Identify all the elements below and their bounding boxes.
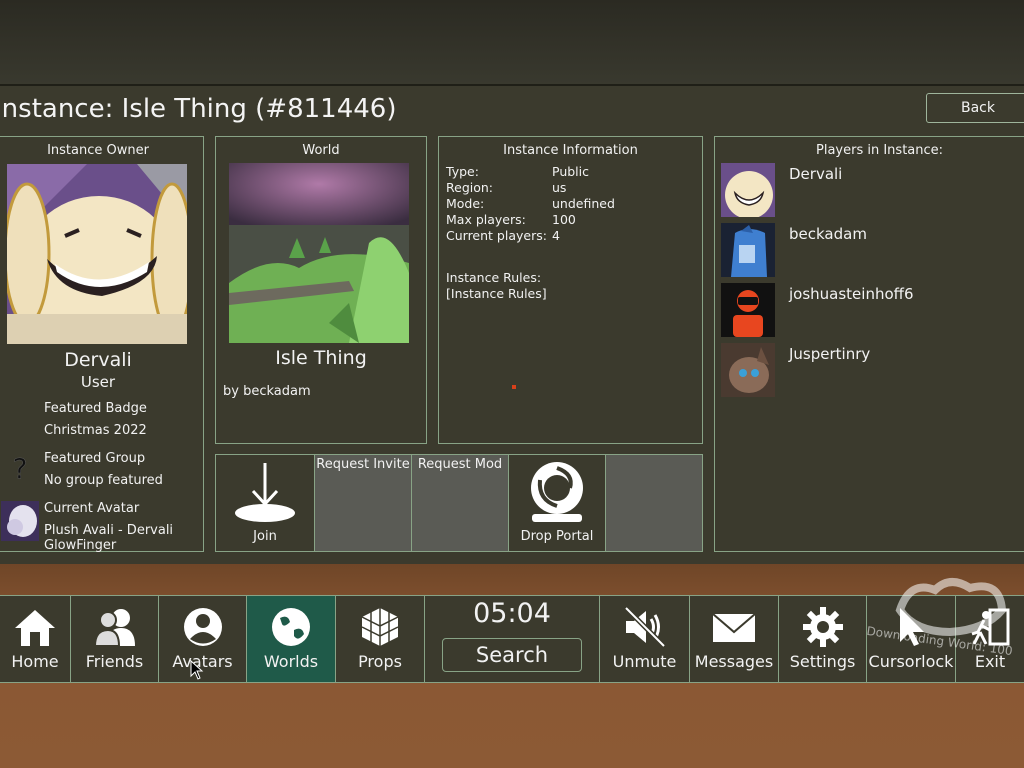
player-row[interactable]: Dervali xyxy=(721,163,1021,219)
drop-portal-label: Drop Portal xyxy=(520,529,594,544)
players-card: Players in Instance: Dervali beckadam jo… xyxy=(714,136,1024,552)
player-name: Juspertinry xyxy=(789,345,871,363)
info-key-type: Type: xyxy=(446,164,479,179)
menu-friends[interactable]: Friends xyxy=(71,596,159,682)
instance-rules-value: [Instance Rules] xyxy=(446,286,547,301)
menu-worlds[interactable]: Worlds xyxy=(247,596,336,682)
loading-indicator xyxy=(512,385,516,389)
menu-home[interactable]: Home xyxy=(0,596,71,682)
avatar-icon xyxy=(159,606,246,648)
request-mod-label: Request Mod xyxy=(417,457,503,472)
player-avatar xyxy=(721,283,775,337)
instance-rules-label: Instance Rules: xyxy=(446,270,542,285)
info-key-mode: Mode: xyxy=(446,196,485,211)
world-card[interactable]: World Isle Thing by beckadam xyxy=(215,136,427,444)
back-button[interactable]: Back xyxy=(926,93,1024,123)
world-heading: World xyxy=(302,143,340,158)
backdrop-top xyxy=(0,0,1024,90)
main-menu-bar: Home Friends Avatars Worlds Props 05:04 … xyxy=(0,595,1024,683)
menu-messages[interactable]: Messages xyxy=(690,596,779,682)
owner-avatar[interactable] xyxy=(7,164,187,344)
world-thumbnail[interactable] xyxy=(229,163,409,343)
owner-role: User xyxy=(80,373,116,391)
info-heading: Instance Information xyxy=(503,143,638,158)
menu-settings-label: Settings xyxy=(789,652,856,671)
portal-icon xyxy=(526,460,588,524)
empty-action-slot xyxy=(606,455,702,551)
request-mod-button[interactable]: Request Mod xyxy=(412,455,509,551)
page-title: Instance: Isle Thing (#811446) xyxy=(0,94,397,124)
friends-icon xyxy=(71,606,158,648)
mouse-cursor-icon xyxy=(190,659,204,684)
menu-clock-search: 05:04 Search xyxy=(425,596,600,682)
world-author[interactable]: by beckadam xyxy=(223,384,311,399)
player-avatar xyxy=(721,223,775,277)
info-key-max-players: Max players: xyxy=(446,212,526,227)
info-value-current-players: 4 xyxy=(552,228,560,243)
player-name: Dervali xyxy=(789,165,843,183)
svg-text:?: ? xyxy=(13,452,28,485)
featured-badge-label: Featured Badge xyxy=(44,401,147,416)
menu-unmute-label: Unmute xyxy=(612,652,677,671)
featured-group-value: No group featured xyxy=(44,473,163,488)
instance-owner-card: Instance Owner Dervali User Featured Bad… xyxy=(0,136,204,553)
current-avatar-label: Current Avatar xyxy=(44,501,140,516)
menu-cursorlock-label: Cursorlock xyxy=(868,652,954,671)
menu-worlds-label: Worlds xyxy=(263,652,319,671)
current-avatar-value: Plush Avali - Dervali GlowFinger xyxy=(44,523,174,553)
menu-friends-label: Friends xyxy=(85,652,144,671)
muted-speaker-icon xyxy=(600,606,689,648)
owner-name: Dervali xyxy=(64,349,132,371)
join-label: Join xyxy=(253,529,277,544)
player-row[interactable]: Juspertinry xyxy=(721,343,1021,399)
menu-unmute[interactable]: Unmute xyxy=(600,596,690,682)
join-icon xyxy=(233,461,297,523)
player-avatar xyxy=(721,163,775,217)
featured-group-label: Featured Group xyxy=(44,451,146,466)
cube-icon xyxy=(336,606,424,648)
player-name: beckadam xyxy=(789,225,867,243)
join-button[interactable]: Join xyxy=(216,455,315,551)
instance-actions: Join Request Invite Request Mod Drop Por… xyxy=(215,454,703,552)
info-value-type: Public xyxy=(552,164,589,179)
instance-panel: Instance: Isle Thing (#811446) Back Inst… xyxy=(0,84,1024,564)
envelope-icon xyxy=(690,606,778,648)
info-value-mode: undefined xyxy=(552,196,615,211)
featured-badge-value: Christmas 2022 xyxy=(44,423,147,438)
player-row[interactable]: joshuasteinhoff6 xyxy=(721,283,1021,339)
clock: 05:04 xyxy=(473,598,551,629)
info-key-region: Region: xyxy=(446,180,494,195)
home-icon xyxy=(0,606,70,648)
menu-props-label: Props xyxy=(358,652,402,671)
menu-messages-label: Messages xyxy=(694,652,774,671)
info-value-max-players: 100 xyxy=(552,212,576,227)
menu-settings[interactable]: Settings xyxy=(779,596,867,682)
player-avatar xyxy=(721,343,775,397)
world-name: Isle Thing xyxy=(275,347,367,369)
players-heading: Players in Instance: xyxy=(816,143,944,158)
globe-icon xyxy=(247,606,335,648)
owner-heading: Instance Owner xyxy=(47,143,149,158)
gear-icon xyxy=(779,606,866,648)
unknown-group-icon: ? xyxy=(5,451,35,485)
search-button[interactable]: Search xyxy=(442,638,582,672)
menu-home-label: Home xyxy=(11,652,59,671)
player-row[interactable]: beckadam xyxy=(721,223,1021,279)
request-invite-button[interactable]: Request Invite xyxy=(315,455,412,551)
menu-props[interactable]: Props xyxy=(336,596,425,682)
request-invite-label: Request Invite xyxy=(316,457,410,472)
current-avatar-thumbnail[interactable] xyxy=(1,501,39,541)
drop-portal-button[interactable]: Drop Portal xyxy=(509,455,606,551)
info-key-current-players: Current players: xyxy=(446,228,547,243)
info-value-region: us xyxy=(552,180,567,195)
player-name: joshuasteinhoff6 xyxy=(789,285,914,303)
instance-info-card: Instance Information Type: Public Region… xyxy=(438,136,703,444)
